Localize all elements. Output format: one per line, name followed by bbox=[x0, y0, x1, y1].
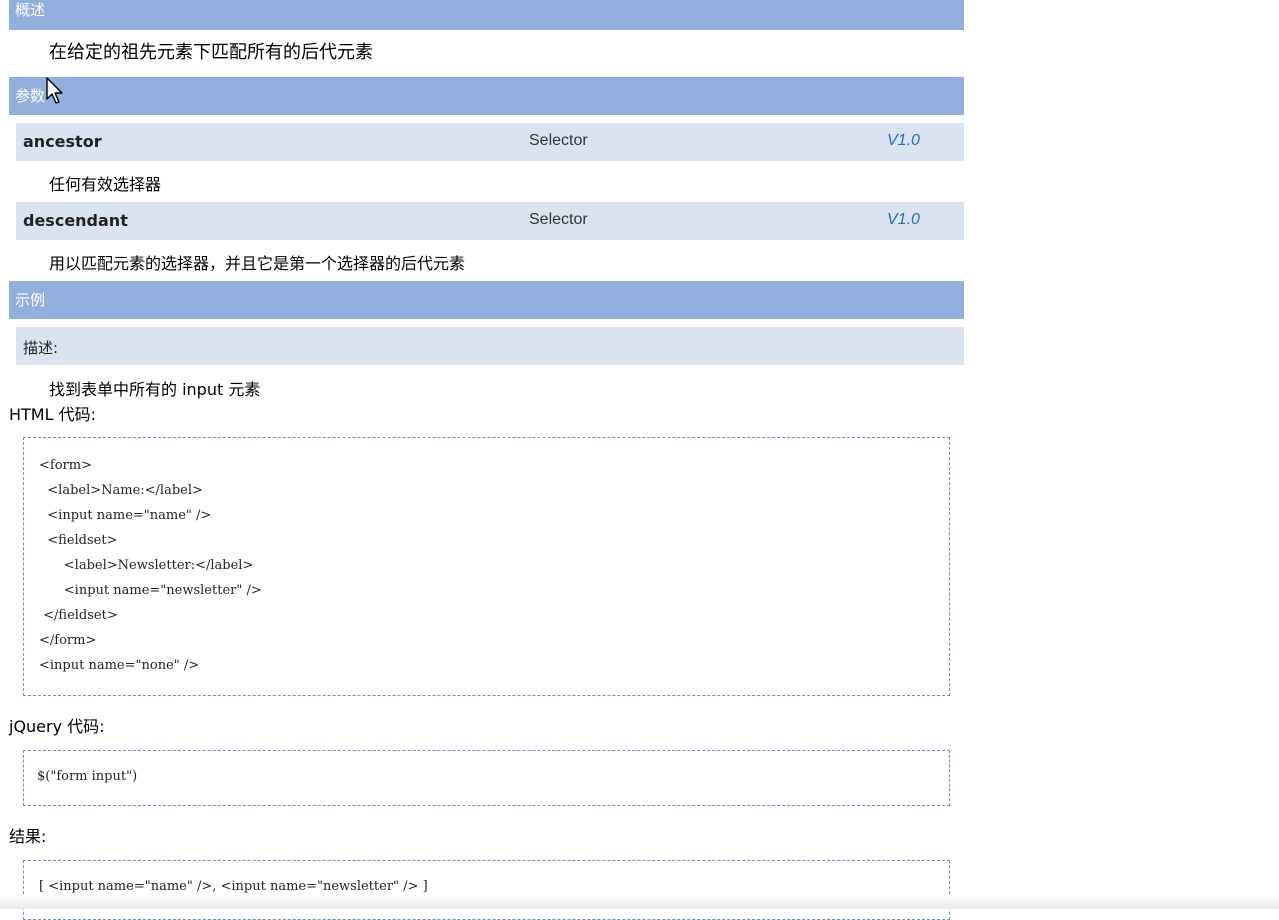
html-code-label: HTML 代码: bbox=[9, 405, 97, 424]
code-line: </fieldset> bbox=[39, 608, 118, 623]
code-line: <form> bbox=[39, 458, 92, 473]
example-desc-row: 描述: bbox=[16, 327, 964, 365]
code-line: </form> bbox=[39, 633, 97, 648]
html-code-block: <form> <label>Name:</label> <input name=… bbox=[23, 437, 950, 696]
param-description: 用以匹配元素的选择器，并且它是第一个选择器的后代元素 bbox=[49, 254, 466, 273]
overview-header: 概述 bbox=[9, 0, 964, 30]
param-description: 任何有效选择器 bbox=[49, 175, 162, 194]
code-line: <input name="none" /> bbox=[39, 658, 200, 673]
code-line: $("form input") bbox=[37, 769, 138, 784]
code-line: <fieldset> bbox=[39, 533, 118, 548]
overview-header-label: 概述 bbox=[15, 1, 46, 19]
example-header: 示例 bbox=[9, 281, 964, 319]
code-line: <input name="newsletter" /> bbox=[39, 583, 262, 598]
code-line: <input name="name" /> bbox=[39, 508, 212, 523]
result-label: 结果: bbox=[9, 827, 47, 846]
param-name: descendant bbox=[23, 211, 128, 230]
jquery-code-block: $("form input") bbox=[23, 750, 950, 806]
overview-description: 在给定的祖先元素下匹配所有的后代元素 bbox=[49, 42, 373, 63]
param-type: Selector bbox=[529, 211, 588, 228]
code-line: <label>Name:</label> bbox=[39, 483, 203, 498]
params-header-label: 参数 bbox=[15, 87, 46, 105]
bottom-edge bbox=[0, 895, 1279, 909]
result-code-block: [ <input name="name" />, <input name="ne… bbox=[23, 860, 950, 920]
params-header: 参数 bbox=[9, 77, 964, 115]
param-type: Selector bbox=[529, 132, 588, 149]
jquery-code-label: jQuery 代码: bbox=[9, 717, 105, 736]
api-doc-page: 概述 在给定的祖先元素下匹配所有的后代元素 参数 ancestor Select… bbox=[0, 0, 1279, 920]
param-row-ancestor: ancestor Selector V1.0 bbox=[16, 123, 964, 161]
mouse-pointer-icon bbox=[46, 77, 63, 104]
code-line: <label>Newsletter:</label> bbox=[39, 558, 254, 573]
param-name: ancestor bbox=[23, 132, 102, 151]
param-row-descendant: descendant Selector V1.0 bbox=[16, 202, 964, 240]
param-version: V1.0 bbox=[887, 211, 920, 228]
param-version: V1.0 bbox=[887, 132, 920, 149]
example-desc-label: 描述: bbox=[23, 339, 59, 357]
example-desc-text: 找到表单中所有的 input 元素 bbox=[49, 380, 261, 399]
example-header-label: 示例 bbox=[15, 291, 46, 309]
code-line: [ <input name="name" />, <input name="ne… bbox=[39, 879, 428, 894]
